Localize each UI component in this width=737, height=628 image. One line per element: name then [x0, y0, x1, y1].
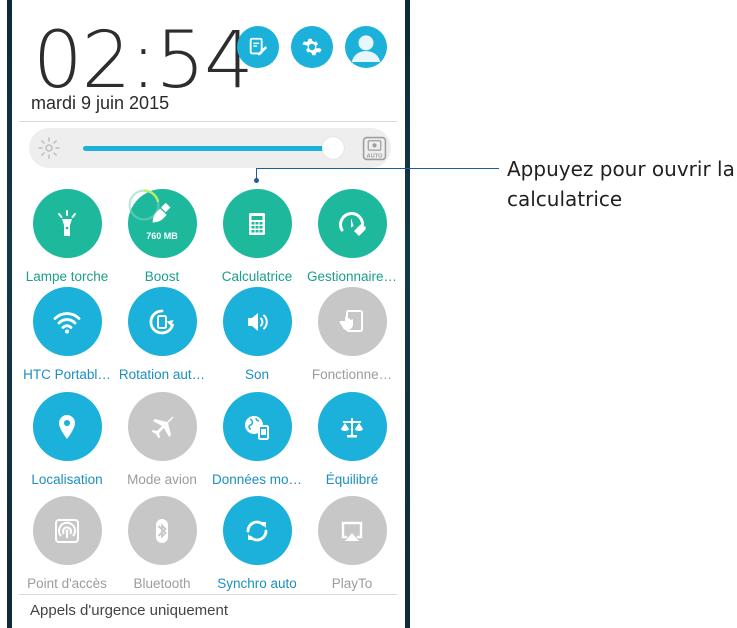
tile-label: HTC Portabl… — [23, 367, 111, 382]
tile-label: Mode avion — [127, 472, 197, 487]
tile-label: Lampe torche — [25, 269, 109, 284]
globe-data-icon — [245, 415, 269, 440]
callout-line1: Appuyez pour ouvrir la — [507, 157, 735, 181]
tile-mobile-data[interactable]: Données mo… — [209, 392, 305, 492]
tile-label: Synchro auto — [217, 576, 297, 591]
brightness-slider-track[interactable] — [83, 146, 333, 151]
rotation-icon — [149, 309, 174, 334]
stage: 02:54 mardi 9 juin 2015 AUTO Lampe torch… — [0, 0, 737, 628]
tile-rotation[interactable]: Rotation aut… — [114, 287, 210, 387]
tile-label: Données mo… — [211, 472, 303, 487]
gear-icon — [302, 38, 322, 56]
playto-button[interactable] — [317, 496, 387, 565]
airplane-button[interactable] — [127, 392, 197, 461]
frame-right — [405, 0, 410, 628]
tile-sound[interactable]: Son — [209, 287, 305, 387]
tile-hotspot[interactable]: Point d'accès — [19, 496, 115, 596]
edit-icon — [249, 37, 268, 56]
airplane-icon — [151, 416, 174, 438]
tile-touch[interactable]: Fonctionne… — [304, 287, 400, 387]
calculator-icon — [249, 212, 265, 235]
callout-dot — [254, 178, 259, 183]
bluetooth-button[interactable] — [127, 496, 197, 565]
tile-label: Fonctionne… — [311, 367, 393, 382]
hotspot-icon — [55, 518, 79, 543]
divider-bottom — [19, 594, 397, 595]
emergency-calls-text: Appels d'urgence uniquement — [30, 602, 229, 619]
manager-button[interactable] — [317, 189, 387, 258]
tile-boost[interactable]: 760 MB Boost — [114, 189, 210, 289]
bluetooth-icon — [156, 518, 168, 543]
wifi-icon — [53, 311, 81, 333]
cast-icon — [341, 521, 363, 541]
flashlight-button[interactable] — [32, 189, 102, 258]
tile-label: Localisation — [31, 472, 103, 487]
boost-button[interactable]: 760 MB — [127, 189, 197, 258]
hotspot-button[interactable] — [32, 496, 102, 565]
tile-label: Boost — [144, 269, 180, 284]
broom-icon — [152, 202, 170, 223]
brightness-icon — [38, 137, 60, 159]
tile-label: Calculatrice — [221, 269, 293, 284]
tile-sync[interactable]: Synchro auto — [209, 496, 305, 596]
speaker-icon — [248, 312, 268, 331]
tile-bluetooth[interactable]: Bluetooth — [114, 496, 210, 596]
tile-label: Rotation aut… — [118, 367, 206, 382]
boost-badge: 760 MB — [146, 231, 178, 241]
sync-icon — [246, 520, 268, 541]
frame-left — [7, 0, 12, 628]
callout-text: Appuyez pour ouvrir la calculatrice — [507, 154, 737, 214]
sync-button[interactable] — [222, 496, 292, 565]
auto-brightness-icon[interactable]: AUTO — [362, 136, 387, 161]
balance-icon — [341, 417, 363, 437]
divider-top — [19, 121, 397, 122]
touch-button[interactable] — [317, 287, 387, 356]
tile-label: Gestionnaire… — [306, 269, 398, 284]
edit-button[interactable] — [237, 26, 279, 68]
auto-label: AUTO — [366, 153, 383, 159]
mobile-data-button[interactable] — [222, 392, 292, 461]
location-button[interactable] — [32, 392, 102, 461]
tile-label: Point d'accès — [27, 576, 107, 591]
tile-airplane[interactable]: Mode avion — [114, 392, 210, 492]
avatar-icon — [351, 35, 381, 62]
tile-wifi[interactable]: HTC Portabl… — [19, 287, 115, 387]
brightness-slider-thumb[interactable] — [322, 137, 344, 159]
tile-manager[interactable]: Gestionnaire… — [304, 189, 400, 289]
calculator-button[interactable] — [222, 189, 292, 258]
tile-location[interactable]: Localisation — [19, 392, 115, 492]
tile-calculator[interactable]: Calculatrice — [209, 189, 305, 289]
date: mardi 9 juin 2015 — [31, 93, 170, 113]
tile-label: PlayTo — [331, 576, 373, 591]
brightness-bar[interactable]: AUTO — [29, 128, 391, 168]
avatar-button[interactable] — [345, 26, 387, 68]
wifi-button[interactable] — [32, 287, 102, 356]
touch-icon — [339, 309, 363, 332]
tile-label: Bluetooth — [133, 576, 191, 591]
location-pin-icon — [59, 414, 75, 439]
quick-settings-panel: 02:54 mardi 9 juin 2015 AUTO Lampe torch… — [7, 0, 410, 628]
tile-balanced[interactable]: Équilibré — [304, 392, 400, 492]
flashlight-icon — [58, 209, 76, 236]
settings-button[interactable] — [291, 26, 333, 68]
tile-playto[interactable]: PlayTo — [304, 496, 400, 596]
balanced-button[interactable] — [317, 392, 387, 461]
callout-line — [256, 168, 499, 169]
gauge-wrench-icon — [339, 211, 366, 236]
rotation-button[interactable] — [127, 287, 197, 356]
tile-label: Son — [244, 367, 270, 382]
tile-label: Équilibré — [325, 472, 379, 487]
sound-button[interactable] — [222, 287, 292, 356]
callout-line2: calculatrice — [507, 187, 623, 211]
clock: 02:54 — [33, 16, 254, 106]
tile-flashlight[interactable]: Lampe torche — [19, 189, 115, 289]
